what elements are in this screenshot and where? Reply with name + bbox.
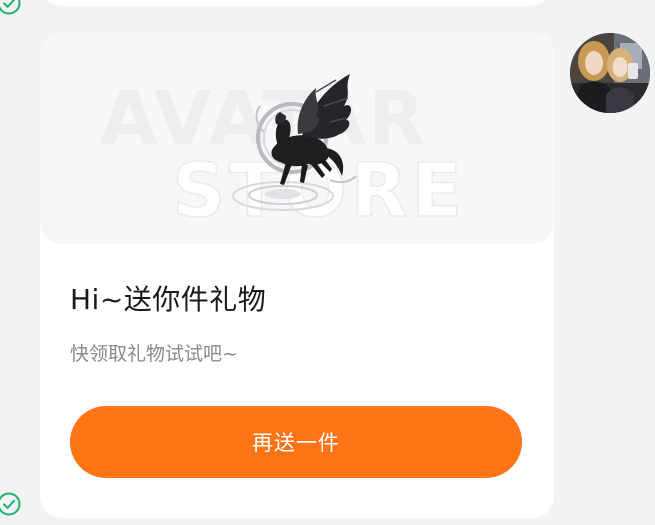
chat-screen: AVATAR STORE Hi~送你件礼物 快领取礼物试试吧~ 再送一件 [0,0,655,525]
check-circle-icon [0,492,21,516]
send-another-gift-button[interactable]: 再送一件 [70,406,522,478]
gift-banner: AVATAR STORE [40,32,554,244]
gift-message-card[interactable]: AVATAR STORE Hi~送你件礼物 快领取礼物试试吧~ 再送一件 [40,32,554,518]
avatar-photo [570,33,650,113]
gift-subtitle: 快领取礼物试试吧~ [70,343,238,365]
avatar[interactable] [570,33,650,113]
avatar-store-artwork: AVATAR STORE [100,74,463,235]
check-circle-icon [0,0,21,15]
gift-title: Hi~送你件礼物 [70,283,267,316]
previous-message-card [40,0,552,6]
